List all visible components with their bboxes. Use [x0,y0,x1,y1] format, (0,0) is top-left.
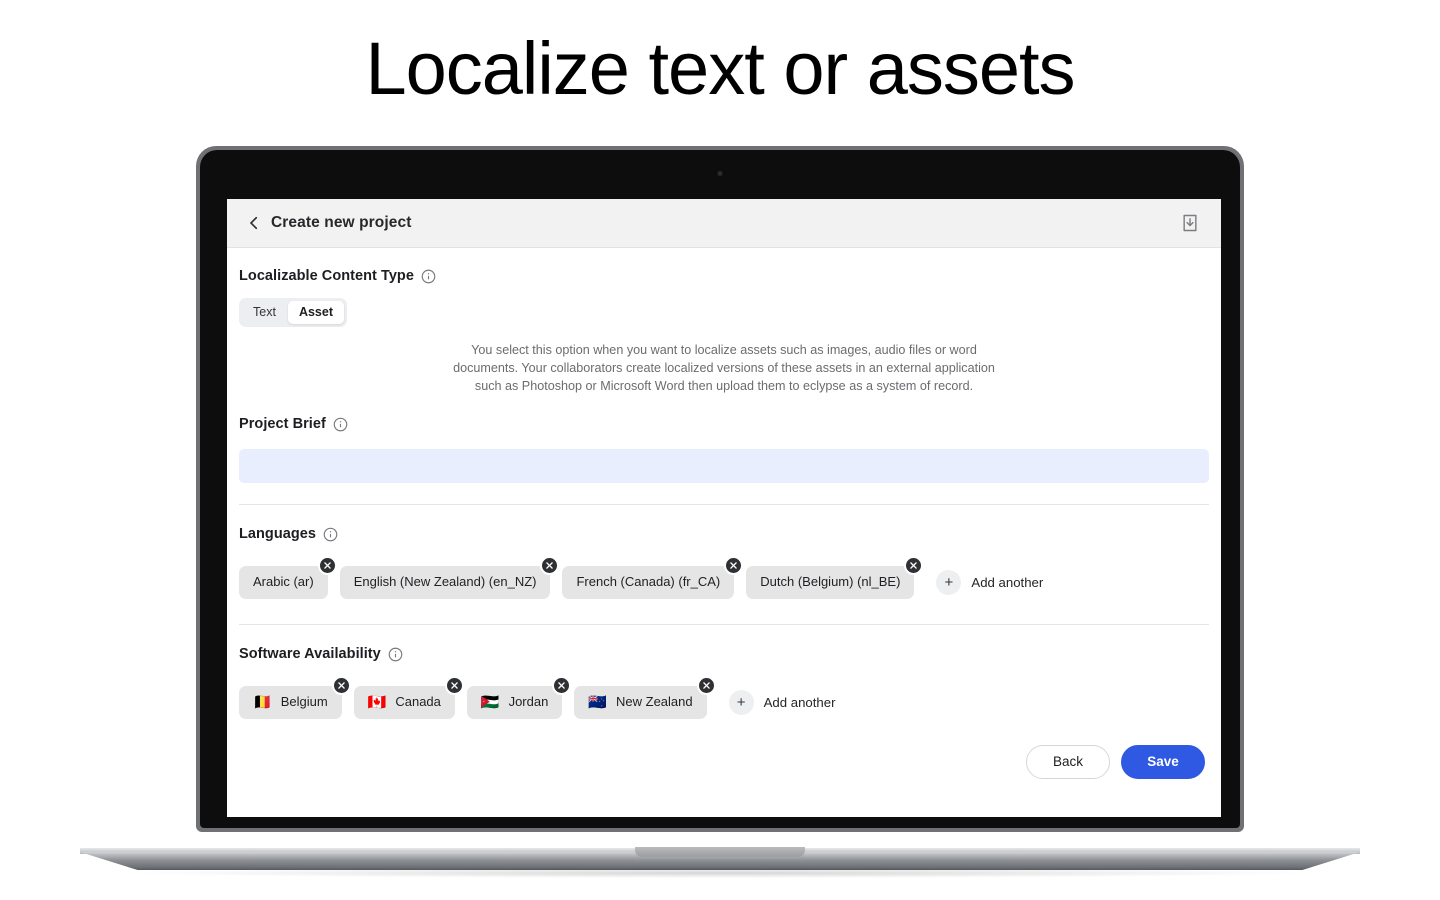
chevron-left-icon[interactable] [243,212,265,234]
section-software-availability: Software Availability 🇧🇪 Belgium 🇨🇦 Cana… [239,646,1209,723]
content-type-label-row: Localizable Content Type [239,268,1209,284]
section-project-brief: Project Brief [239,416,1209,484]
chip-label: Jordan [508,694,549,710]
section-content-type: Localizable Content Type Text Asset You … [239,268,1209,395]
info-icon[interactable] [323,527,338,542]
laptop-base-notch [635,847,805,857]
chip-country[interactable]: 🇯🇴 Jordan [466,676,572,720]
close-icon[interactable] [696,676,716,696]
flag-icon: 🇨🇦 [367,694,387,712]
country-chips: 🇧🇪 Belgium 🇨🇦 Canada 🇯🇴 Jordan 🇳🇿 New Ze… [239,676,1209,723]
content-type-segmented-control[interactable]: Text Asset [239,298,347,327]
chip-label: Canada [395,694,441,710]
import-icon[interactable] [1180,213,1200,233]
flag-icon: 🇧🇪 [253,694,272,712]
chip-country[interactable]: 🇧🇪 Belgium [239,676,351,720]
chip-label: French (Canada) (fr_CA) [576,574,721,590]
software-availability-label-row: Software Availability [239,646,1209,662]
segment-asset[interactable]: Asset [287,301,344,324]
chip-language[interactable]: Arabic (ar) [239,556,337,600]
chip-label: New Zealand [616,694,693,710]
close-icon[interactable] [540,556,560,576]
add-country-button[interactable]: + Add another [728,690,836,716]
chip-label: Arabic (ar) [253,574,314,590]
software-availability-label: Software Availability [239,646,381,663]
save-button[interactable]: Save [1121,745,1205,780]
divider [239,504,1209,506]
section-languages: Languages Arabic (ar) English (New Zeala… [239,526,1209,603]
info-icon[interactable] [388,647,403,662]
project-brief-label-row: Project Brief [239,416,1209,432]
flag-icon: 🇯🇴 [480,694,500,712]
app-body: Localizable Content Type Text Asset You … [227,248,1221,780]
content-type-helper-text: You select this option when you want to … [453,342,995,394]
close-icon[interactable] [317,556,337,576]
plus-icon: + [728,690,754,716]
plus-icon: + [936,570,962,596]
chip-label: Belgium [280,694,328,710]
chip-country[interactable]: 🇨🇦 Canada [353,676,464,720]
chip-country[interactable]: 🇳🇿 New Zealand [574,676,716,720]
divider [239,624,1209,626]
app-header-title: Create new project [271,214,412,231]
back-button[interactable]: Back [1026,745,1110,780]
info-icon[interactable] [421,269,436,284]
project-brief-label: Project Brief [239,416,326,433]
content-type-label: Localizable Content Type [239,268,414,284]
languages-label: Languages [239,526,316,543]
footer-actions: Back Save [239,745,1209,780]
add-country-label: Add another [763,695,836,711]
language-chips: Arabic (ar) English (New Zealand) (en_NZ… [239,556,1209,603]
chip-language[interactable]: English (New Zealand) (en_NZ) [339,556,560,600]
project-brief-input[interactable] [239,449,1209,484]
chip-language[interactable]: French (Canada) (fr_CA) [562,556,744,600]
close-icon[interactable] [552,676,572,696]
chip-language[interactable]: Dutch (Belgium) (nl_BE) [746,556,924,600]
add-language-button[interactable]: + Add another [936,570,1044,596]
webcam [717,171,723,176]
macbook-mockup: MacBook Air Create new project [0,0,1440,900]
add-language-label: Add another [971,575,1044,591]
close-icon[interactable] [904,556,924,576]
segment-text[interactable]: Text [242,301,287,324]
laptop-lid: MacBook Air Create new project [196,146,1244,832]
close-icon[interactable] [444,676,464,696]
chip-label: Dutch (Belgium) (nl_BE) [760,574,901,590]
info-icon[interactable] [333,417,348,432]
languages-label-row: Languages [239,526,1209,542]
flag-icon: 🇳🇿 [588,694,608,712]
app-screen: Create new project Localizable Content T… [227,199,1221,817]
laptop-shadow [140,868,1300,878]
app-header: Create new project [227,199,1221,248]
close-icon[interactable] [724,556,744,576]
close-icon[interactable] [331,676,351,696]
chip-label: English (New Zealand) (en_NZ) [353,574,537,590]
